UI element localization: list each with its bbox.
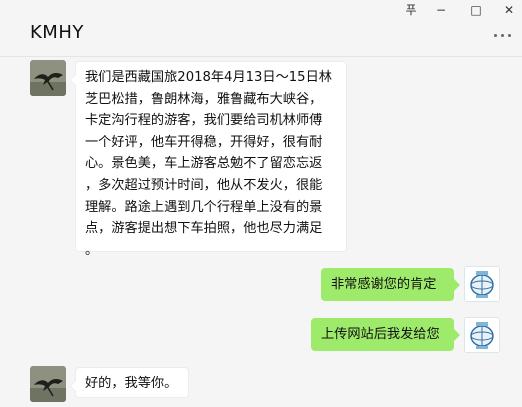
message-bubble-received[interactable]: 好的，我等你。 [70,367,189,398]
bird-photo-avatar[interactable] [30,366,66,402]
message-text-line: 我们是西藏国旅2018年4月13日～15日林 [85,70,332,85]
message-text: 非常感谢您的肯定 [331,277,437,292]
message-bubble-received[interactable]: 我们是西藏国旅2018年4月13日～15日林 芝巴松措，鲁朗林海，雅鲁藏布大峡谷… [70,61,347,258]
pin-icon[interactable]: 푸 [403,3,419,17]
message-text-line: 心。景色美，车上游客总勉不了留恋忘返 [85,156,323,172]
message-text-line: 点，游客提出想下车拍照，他也尽力满足 [85,221,323,237]
company-logo-avatar[interactable] [464,317,500,353]
message-text: 好的，我等你。 [85,376,178,391]
chat-header: KMHY 푸 − □ ✕ [0,0,522,57]
message-text: 上传网站后我发给您 [321,327,440,342]
message-text-line: 芝巴松措，鲁朗林海，雅鲁藏布大峡谷， [85,91,323,107]
message-text-line: 一个好评，他车开得稳，开得好，很有耐 [85,134,323,150]
close-icon[interactable]: ✕ [501,3,517,17]
message-text-line: 卡定沟行程的游客，我们要给司机林师傅 [85,113,323,129]
company-logo-avatar[interactable] [464,266,500,302]
message-bubble-sent[interactable]: 上传网站后我发给您 [311,318,460,351]
bird-photo-avatar[interactable] [30,60,66,96]
message-text-line: ，多次超过预计时间，他从不发火，很能 [85,177,323,193]
message-text-line: 理解。路途上遇到几个行程单上没有的景 [85,199,323,215]
message-text-line: 。 [85,242,99,258]
chat-title: KMHY [30,22,84,43]
maximize-icon[interactable]: □ [468,3,484,17]
more-dots-icon[interactable] [494,33,514,39]
minimize-icon[interactable]: − [433,3,449,17]
message-bubble-sent[interactable]: 非常感谢您的肯定 [321,268,460,301]
